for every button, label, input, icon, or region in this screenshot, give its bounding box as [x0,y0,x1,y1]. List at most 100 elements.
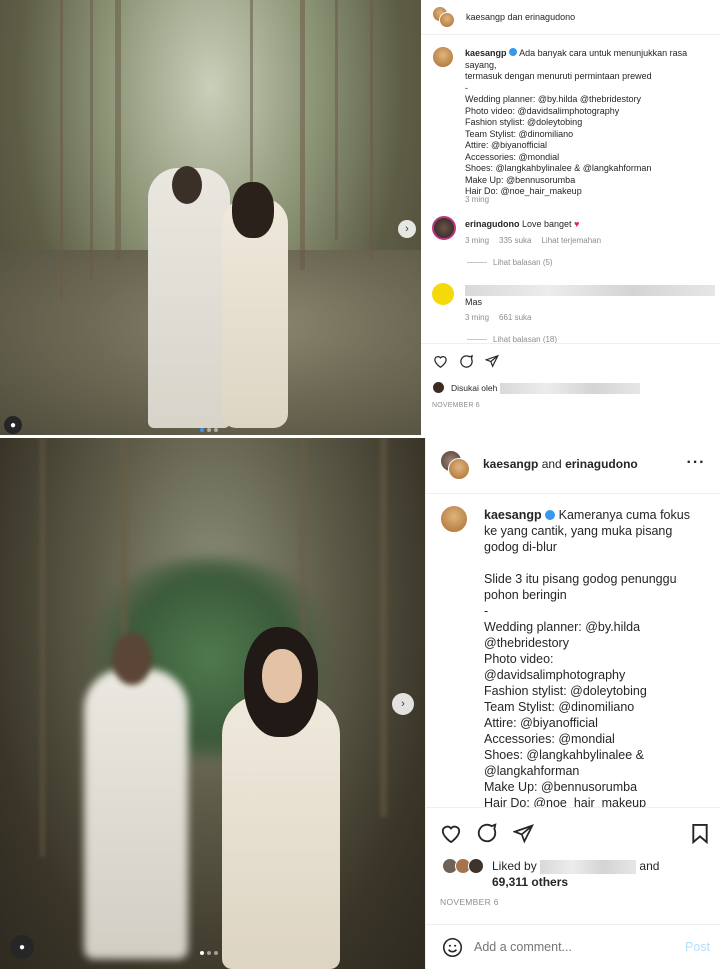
send-icon [512,823,534,844]
send-icon [485,354,499,368]
heart-icon [441,825,461,843]
liked-by: Disukai oleh [451,383,640,395]
caption-timestamp[interactable]: 3 ming [465,194,489,206]
share-button[interactable] [510,820,536,846]
panel-divider [0,435,720,438]
avatar[interactable] [432,46,454,68]
caption-line: Fashion stylist: @doleytobing [484,684,647,698]
comment-1-meta: 3 ming 335 suka Lihat terjemahan [465,236,601,245]
caption-line: Slide 3 itu pisang godog penunggu [484,572,677,586]
next-slide-button[interactable]: › [392,693,414,715]
comment-timestamp[interactable]: 3 ming [465,236,489,245]
slide-indicator [200,428,218,432]
caption-line: pohon beringin [484,588,567,602]
liked-by: Liked by and 69,311 others [492,858,712,890]
caption-line: Make Up: @bennusorumba [484,780,638,794]
translate-link[interactable]: Lihat terjemahan [541,236,601,245]
comment-username[interactable]: erinagudono [465,219,520,229]
caption-line: Shoes: @langkahbylinalee & @langkahforma… [465,163,652,173]
more-icon: ··· [686,454,706,471]
comment-text: Mas [465,297,483,307]
emoji-button[interactable] [440,935,464,959]
comment-timestamp[interactable]: 3 ming [465,313,489,322]
post-2-sidebar: kaesangp and erinagudono ··· kaesangp Ka… [425,437,720,969]
groom-figure [84,669,188,959]
caption-line: Make Up: @bennusorumba [465,174,576,185]
caption-line: Attire: @biyanofficial [484,716,598,730]
caption-line: @thebridestory [484,636,569,650]
post-2-photo: › ● [0,437,425,969]
emoji-icon [442,937,462,957]
comment-1: erinagudono Love banget ♥ [465,219,579,231]
view-replies-1[interactable]: Lihat balasan (5) [467,258,553,267]
caption-line: Photo video: @davidsalimphotography [465,105,620,116]
more-options-button[interactable]: ··· [684,454,708,471]
like-button[interactable] [431,352,449,370]
next-slide-button[interactable]: › [398,220,416,238]
post-date[interactable]: NOVEMBER 6 [432,402,480,409]
liked-by-label: Disukai oleh [451,383,498,393]
post-1-header-usernames[interactable]: kaesangp dan erinagudono [466,12,575,24]
post-2-caption: kaesangp Kameranya cuma fokus ke yang ca… [484,507,716,811]
comment-likes[interactable]: 335 suka [499,236,531,245]
save-button[interactable] [688,820,712,846]
caption-line: - [484,604,489,618]
user-tag-icon: ● [18,941,26,953]
comment-likes[interactable]: 661 suka [499,313,531,322]
post-comment-button[interactable]: Post [685,940,710,954]
like-button[interactable] [438,820,464,846]
view-replies-label: Lihat balasan (5) [493,258,553,267]
caption-line: Photo video: [484,652,554,666]
user-tag-icon: ● [9,419,17,431]
verified-icon [545,510,556,520]
caption-line: Team Stylist: @dinomiliano [484,700,635,714]
post-1-screenshot: › ● kaesangp dan erinagudono kaesangp Ad… [0,0,720,437]
header-username-1[interactable]: kaesangp [483,457,538,471]
post-1-photo: › ● [0,0,421,437]
avatar[interactable] [432,381,445,394]
bookmark-icon [692,823,708,844]
user-tag-button[interactable]: ● [4,416,22,434]
chevron-right-icon: › [401,698,405,710]
comment-input[interactable] [474,938,664,956]
avatar[interactable] [439,12,455,28]
caption-line: ke yang cantik, yang muka pisang [484,524,673,538]
avatar[interactable] [448,458,470,480]
caption-line: Wedding planner: @by.hilda [484,620,641,634]
avatar[interactable] [432,216,456,240]
caption-line: Wedding planner: @by.hilda @thebridestor… [465,94,642,104]
comment-icon [477,823,497,843]
header-username-2[interactable]: erinagudono [565,457,638,471]
chevron-right-icon: › [405,223,409,235]
heart-emoji-icon: ♥ [574,219,580,229]
liked-by-and: and [639,859,660,873]
caption-line: Kameranya cuma fokus [558,508,690,522]
header-and: and [541,457,562,471]
caption-line: @davidsalimphotography [484,668,626,682]
caption-line: Team Stylist: @dinomiliano [465,128,574,139]
share-button[interactable] [483,352,501,370]
others-count[interactable]: 69,311 others [492,875,568,889]
redacted-username [499,383,640,395]
post-date[interactable]: NOVEMBER 6 [440,897,499,907]
avatar[interactable] [468,858,484,874]
caption-username[interactable]: kaesangp [484,508,542,522]
caption-line: - [465,82,468,93]
comment-text: Love banget [522,219,572,229]
avatar[interactable] [440,505,468,533]
comment-2-meta: 3 ming 661 suka [465,313,531,322]
avatar[interactable] [432,283,454,305]
slide-indicator [200,951,218,955]
comment-button[interactable] [457,352,475,370]
caption-line: @langkahforman [484,764,580,778]
post-2-header: kaesangp and erinagudono [483,457,638,471]
redacted-username [465,285,715,296]
comment-button[interactable] [474,820,500,846]
caption-username[interactable]: kaesangp [465,48,507,58]
user-tag-button[interactable]: ● [10,935,34,959]
caption-line: Shoes: @langkahbylinalee & [484,748,645,762]
comment-icon [459,354,473,368]
heart-icon [433,356,447,368]
groom-figure [148,168,230,428]
caption-line: termasuk dengan menuruti permintaan prew… [465,71,652,81]
